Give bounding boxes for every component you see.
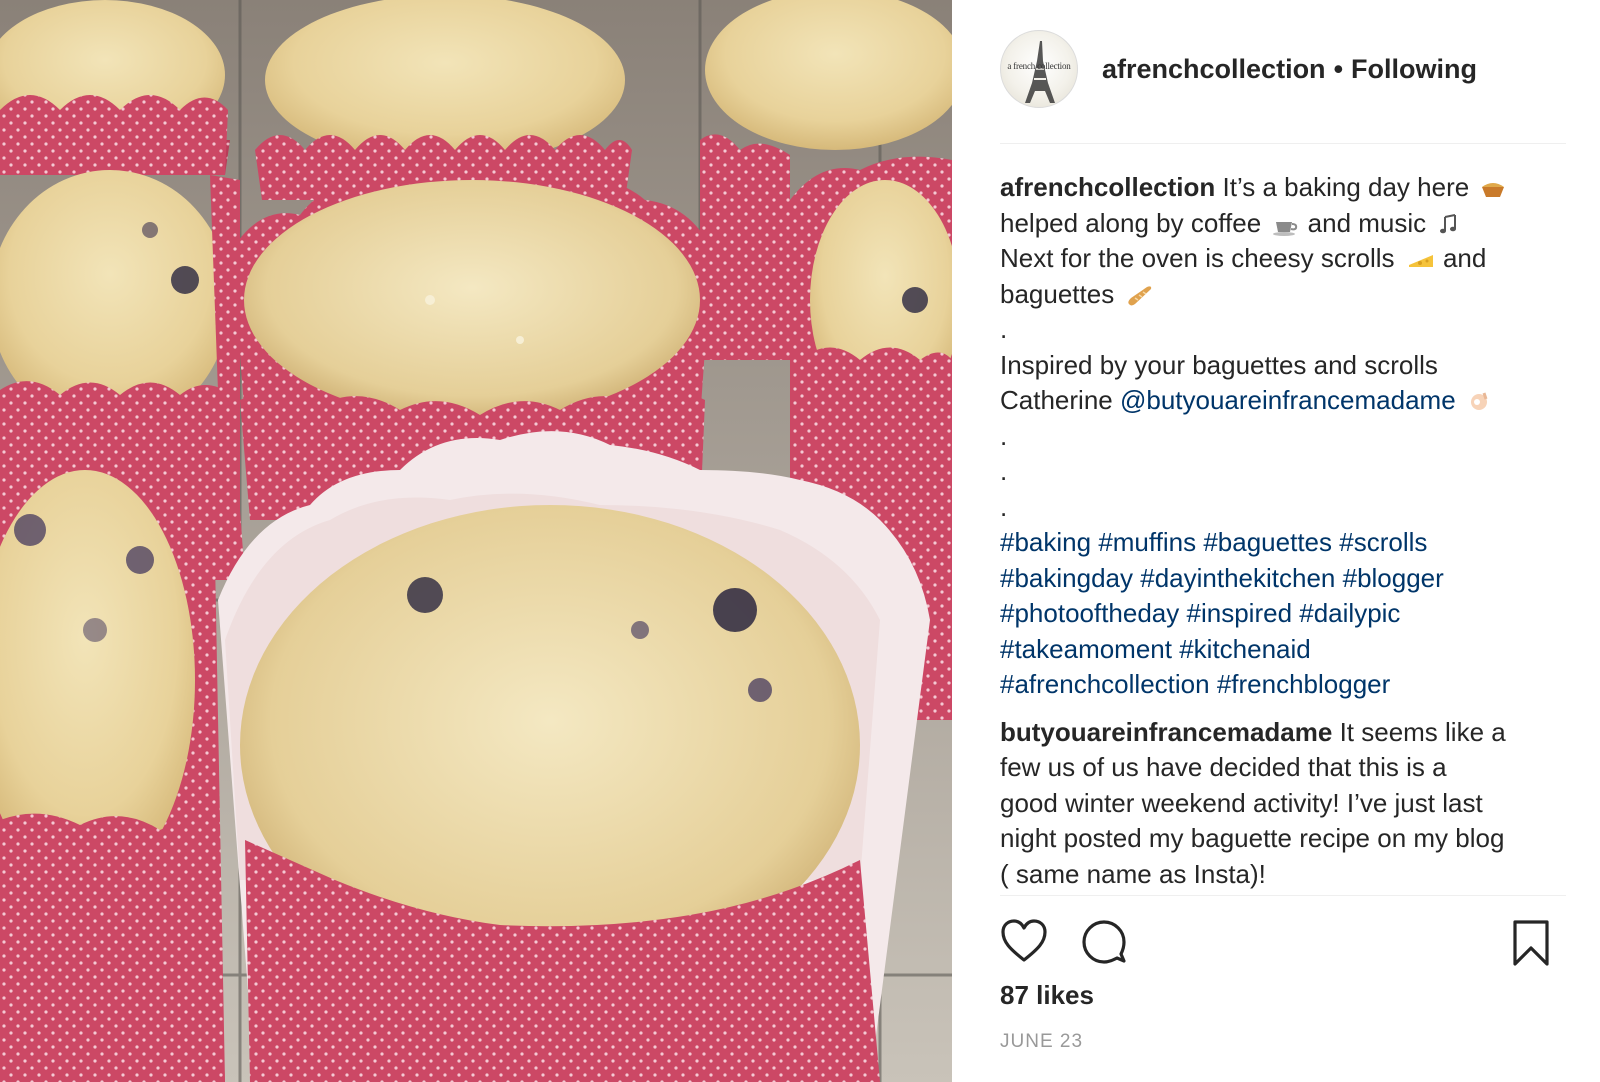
mention-link[interactable]: @butyouareinfrancemadame [1120, 385, 1456, 415]
hashtag-link[interactable]: #inspired [1187, 598, 1293, 628]
avatar[interactable]: a french collection [1000, 30, 1078, 108]
caption-line-3: Next for the oven is cheesy scrolls and [1000, 241, 1566, 277]
comment-line-4: night posted my baguette recipe on my bl… [1000, 823, 1505, 853]
pie-emoji-icon [1482, 183, 1505, 198]
bookmark-icon[interactable] [1510, 918, 1552, 968]
caption-text: and [1442, 243, 1487, 273]
cheese-emoji-icon [1408, 255, 1433, 268]
post-header: a french collection afrenchcollection • Fo… [1000, 29, 1566, 109]
muffin-front-center [218, 431, 930, 1082]
hashtag-link[interactable]: #afrenchcollection [1000, 669, 1210, 699]
hashtag-link[interactable]: #bakingday [1000, 563, 1133, 593]
ok-hand-emoji-icon [1470, 392, 1488, 411]
comment-bubble-icon[interactable] [1080, 918, 1128, 964]
caption-line-1: afrenchcollection It’s a baking day here [1000, 170, 1566, 206]
hashtag-link[interactable]: #baguettes [1203, 527, 1332, 557]
caption-text: Catherine [1000, 385, 1113, 415]
hashtag-line-1: #baking #muffins #baguettes #scrolls [1000, 525, 1566, 561]
hashtag-link[interactable]: #takeamoment [1000, 634, 1172, 664]
caption-username[interactable]: afrenchcollection [1000, 172, 1215, 202]
header-username[interactable]: afrenchcollection [1102, 54, 1326, 84]
caption-text: It’s a baking day here [1222, 172, 1470, 202]
heart-icon[interactable] [1000, 918, 1048, 964]
caption-text: helped along by coffee [1000, 207, 1262, 238]
comment-text: It seems like a [1339, 716, 1506, 747]
caption-dot: . [1000, 456, 1008, 486]
coffee-emoji-icon [1273, 221, 1298, 236]
hashtag-line-5: #afrenchcollection #frenchblogger [1000, 667, 1566, 703]
music-notes-emoji-icon [1440, 213, 1457, 233]
avatar-brand-text: a french collection [1007, 61, 1071, 71]
hashtag-link[interactable]: #baking [1000, 527, 1091, 557]
comment-line-1: butyouareinfrancemadame It seems like a [1000, 715, 1566, 751]
comment: butyouareinfrancemadame It seems like a … [1000, 715, 1566, 893]
caption-dot: . [1000, 491, 1008, 522]
caption-line-2: helped along by coffee and music [1000, 206, 1566, 242]
actions-divider [1000, 895, 1566, 896]
muffin-back-center [255, 0, 632, 200]
comment-line-3: good winter weekend activity! I’ve just … [1000, 787, 1483, 818]
comment-username[interactable]: butyouareinfrancemadame [1000, 717, 1332, 747]
muffin-front-left [0, 464, 225, 1082]
hashtag-line-4: #takeamoment #kitchenaid [1000, 632, 1566, 668]
hashtag-link[interactable]: #kitchenaid [1179, 634, 1311, 664]
caption-text: and music [1307, 207, 1427, 238]
hashtag-link[interactable]: #photooftheday [1000, 598, 1179, 628]
hashtag-link[interactable]: #dailypic [1299, 598, 1400, 628]
comment-line-5: ( same name as Insta)! [1000, 858, 1266, 889]
hashtag-link[interactable]: #muffins [1098, 527, 1196, 557]
hashtag-link[interactable]: #scrolls [1339, 527, 1427, 557]
hashtag-link[interactable]: #blogger [1343, 563, 1444, 593]
post-sidebar: a french collection afrenchcollection • Fo… [1000, 0, 1566, 1082]
header-separator: • [1333, 53, 1344, 84]
header-text: afrenchcollection • Following [1102, 54, 1477, 85]
header-divider [1000, 143, 1566, 144]
muffin-back-left [0, 0, 230, 175]
comment-line-2: few us of us have decided that this is a [1000, 752, 1447, 782]
caption-dot: . [1000, 314, 1008, 344]
hashtag-link[interactable]: #dayinthekitchen [1140, 563, 1335, 593]
post-caption: afrenchcollection It’s a baking day here… [1000, 170, 1566, 892]
caption-line-6: Catherine @butyouareinfrancemadame [1000, 383, 1566, 419]
caption-line-4: baguettes [1000, 277, 1566, 313]
hashtag-line-2: #bakingday #dayinthekitchen #blogger [1000, 561, 1566, 597]
hashtag-line-3: #photooftheday #inspired #dailypic [1000, 596, 1566, 632]
post-actions [1000, 918, 1566, 968]
caption-text: Next for the oven is cheesy scrolls [1000, 243, 1395, 273]
muffins-photo [0, 0, 952, 1082]
hashtag-link[interactable]: #frenchblogger [1217, 669, 1390, 699]
caption-text: baguettes [1000, 278, 1115, 309]
caption-line-5: Inspired by your baguettes and scrolls [1000, 349, 1438, 380]
caption-dot: . [1000, 420, 1008, 451]
post-photo[interactable] [0, 0, 952, 1082]
follow-status[interactable]: Following [1351, 54, 1477, 84]
post-date[interactable]: JUNE 23 [1000, 1031, 1083, 1053]
baguette-emoji-icon [1128, 285, 1152, 306]
likes-count[interactable]: 87 likes [1000, 980, 1094, 1011]
